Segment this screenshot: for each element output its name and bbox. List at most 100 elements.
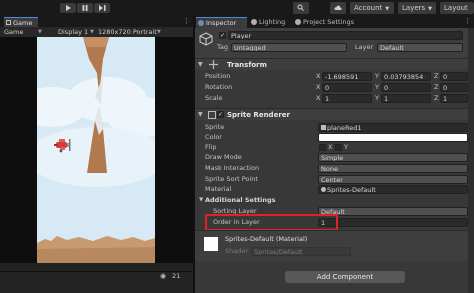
flip-y-checkbox[interactable]: [335, 144, 342, 151]
scale-label: Scale: [205, 94, 223, 102]
game-icon: [6, 20, 11, 25]
draw-mode-dropdown[interactable]: Simple: [318, 153, 468, 162]
step-icon: [98, 5, 105, 11]
playback-controls: [60, 3, 110, 13]
display-dropdown[interactable]: Display 1: [58, 27, 88, 37]
rotation-z-field[interactable]: 0: [440, 83, 468, 92]
expand-arrow-icon: ▼: [198, 111, 203, 118]
transform-title: Transform: [227, 61, 267, 69]
main-toolbar: Account ▼ Layers ▼ Layout: [0, 0, 474, 16]
step-button[interactable]: [94, 3, 110, 13]
mask-interaction-dropdown[interactable]: None: [318, 164, 468, 173]
sprite-renderer-enabled-checkbox[interactable]: ✓: [217, 111, 224, 118]
active-checkbox[interactable]: ✓: [219, 32, 226, 39]
flip-x-checkbox[interactable]: [319, 144, 326, 151]
shader-dropdown[interactable]: Sprites/Default: [251, 247, 351, 256]
tab-inspector[interactable]: Inspector: [196, 17, 247, 28]
sprite-renderer-icon: [208, 111, 216, 119]
rotation-y-field[interactable]: 0: [381, 83, 431, 92]
stats-count: 21: [172, 272, 181, 280]
position-z-field[interactable]: 0: [440, 72, 468, 81]
additional-settings-foldout[interactable]: Additional Settings: [205, 196, 276, 205]
material-sphere-icon: [321, 187, 326, 192]
z-axis-label: Z: [434, 83, 439, 91]
search-icon: [297, 4, 304, 11]
object-name-field[interactable]: Player: [228, 31, 463, 40]
scale-z-field[interactable]: 1: [440, 94, 468, 103]
sorting-layer-dropdown[interactable]: Default: [318, 207, 468, 216]
tab-lighting[interactable]: Lighting: [249, 17, 291, 28]
material-value: Sprites-Default: [327, 186, 376, 194]
game-status-bar: [0, 263, 193, 271]
chevron-down-icon: ▼: [90, 29, 94, 35]
position-y-field[interactable]: 0.03793854: [381, 72, 431, 81]
expand-arrow-icon[interactable]: ▼: [199, 196, 203, 205]
account-dropdown[interactable]: Account ▼: [350, 2, 394, 14]
material-name: Sprites-Default (Material): [225, 235, 308, 243]
game-tabbar: Game ⋮: [0, 16, 193, 27]
transform-header[interactable]: ▼ Transform: [195, 58, 474, 70]
layout-label: Layout: [444, 4, 468, 12]
layout-dropdown[interactable]: Layout: [440, 2, 474, 14]
game-tab-label: Game: [13, 19, 33, 27]
play-icon: [66, 5, 71, 11]
tab-inspector-label: Inspector: [206, 19, 237, 27]
z-axis-label: Z: [434, 94, 439, 102]
layer-dropdown[interactable]: Default: [377, 43, 463, 52]
play-button[interactable]: [60, 3, 76, 13]
info-icon: [198, 20, 204, 26]
tag-dropdown[interactable]: Untagged: [231, 43, 347, 52]
tab-game[interactable]: Game: [4, 17, 38, 27]
z-axis-label: Z: [434, 72, 439, 80]
shader-label: Shader: [225, 247, 249, 255]
unity-editor: Account ▼ Layers ▼ Layout Game ⋮ Game ▼ Di…: [0, 0, 474, 293]
resolution-dropdown[interactable]: 1280x720 Portrait: [98, 27, 157, 37]
sprite-asset-icon: [321, 125, 326, 130]
chevron-down-icon: ▼: [428, 6, 433, 12]
sprite-field[interactable]: planeRed1: [318, 123, 468, 132]
highlight-box: [205, 214, 338, 231]
tab-lighting-label: Lighting: [259, 18, 286, 26]
x-axis-label: X: [316, 83, 321, 91]
rotation-x-field[interactable]: 0: [322, 83, 372, 92]
position-x-field[interactable]: -1.698591: [322, 72, 372, 81]
inspector-tabbar: Inspector Lighting Project Settings ⋮: [195, 16, 474, 28]
sprite-label: Sprite: [205, 123, 225, 131]
cloud-button[interactable]: [330, 2, 346, 14]
inspector-scrollbar[interactable]: [468, 28, 474, 293]
chevron-down-icon: ▼: [38, 29, 42, 35]
layers-label: Layers: [402, 4, 426, 12]
search-button[interactable]: [293, 2, 309, 14]
tab-menu-icon[interactable]: ⋮: [183, 17, 190, 25]
color-field[interactable]: [318, 133, 468, 142]
x-axis-label: X: [316, 72, 321, 80]
cloud-icon: [334, 5, 342, 10]
cube-icon: [199, 32, 213, 46]
material-field[interactable]: Sprites-Default: [318, 185, 468, 194]
game-mode-dropdown[interactable]: Game: [4, 27, 23, 37]
tab-menu-icon[interactable]: ⋮: [464, 17, 471, 25]
lightbulb-icon: [251, 19, 257, 25]
add-component-button[interactable]: Add Component: [285, 271, 405, 283]
y-axis-label: Y: [375, 83, 379, 91]
game-canvas[interactable]: [37, 37, 155, 263]
material-label: Material: [205, 185, 232, 193]
sprite-sort-point-dropdown[interactable]: Center: [318, 175, 468, 184]
eye-icon[interactable]: ◉: [160, 272, 166, 280]
game-bottom-panel: ◉ 21: [0, 271, 193, 293]
scale-x-field[interactable]: 1: [322, 94, 372, 103]
flip-y-label: Y: [344, 143, 348, 151]
game-view[interactable]: [0, 37, 193, 263]
order-in-layer-field[interactable]: 1: [318, 218, 468, 227]
pause-button[interactable]: [77, 3, 93, 13]
tab-project-settings[interactable]: Project Settings: [293, 17, 363, 28]
chevron-down-icon: ▼: [157, 29, 161, 35]
position-label: Position: [205, 72, 231, 80]
account-label: Account: [354, 4, 383, 12]
layers-dropdown[interactable]: Layers ▼: [398, 2, 436, 14]
scale-y-field[interactable]: 1: [381, 94, 431, 103]
tag-label: Tag: [217, 43, 229, 51]
sprite-renderer-header[interactable]: ▼ ✓ Sprite Renderer: [195, 108, 474, 120]
expand-arrow-icon: ▼: [198, 61, 203, 68]
sprite-sort-point-label: Sprite Sort Point: [205, 175, 258, 183]
